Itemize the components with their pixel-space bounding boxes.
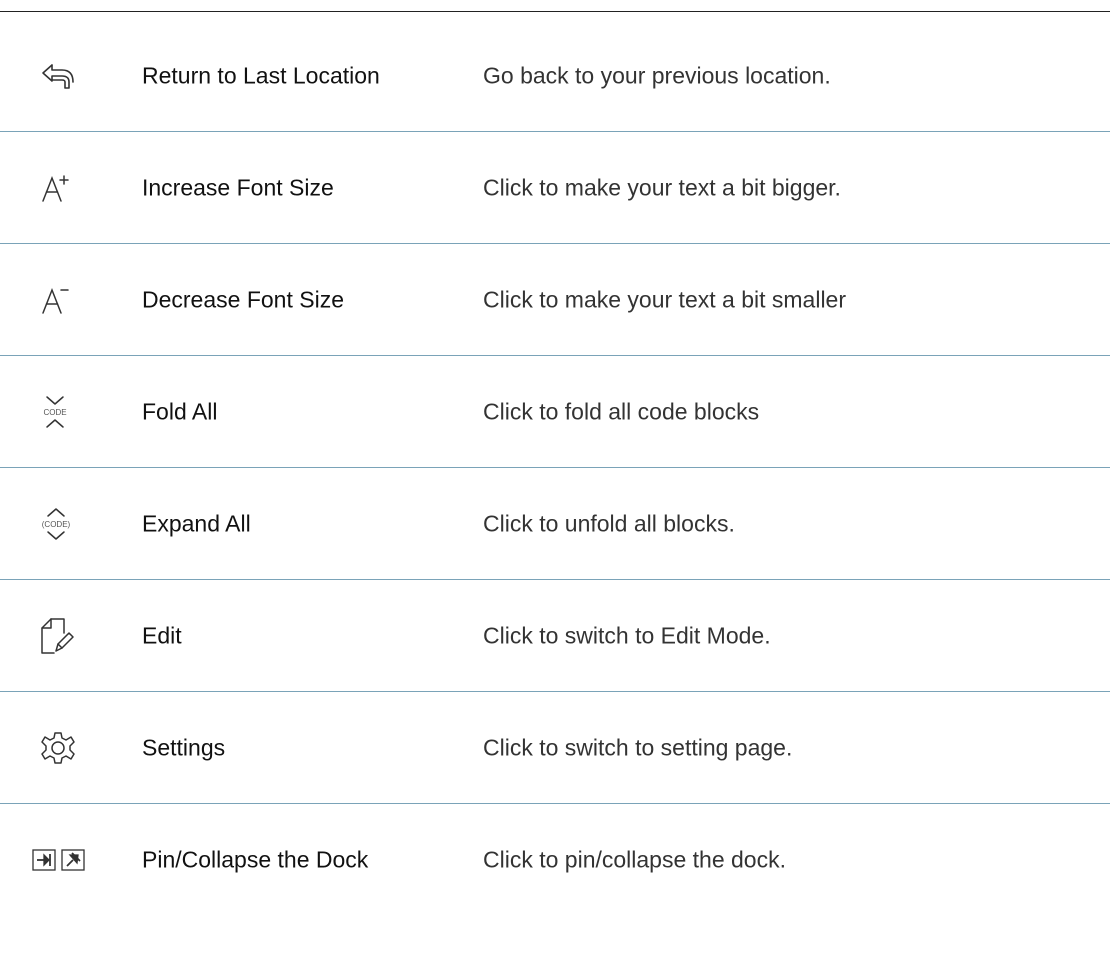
pin-dock-icon[interactable] (32, 835, 102, 885)
edit-document-icon[interactable] (40, 611, 110, 661)
list-item-return: Return to Last Location Go back to your … (0, 20, 1110, 132)
row-description: Go back to your previous location. (483, 62, 831, 89)
settings-gear-icon[interactable] (40, 723, 110, 773)
row-title: Settings (142, 734, 226, 761)
row-title: Decrease Font Size (142, 286, 344, 313)
row-description: Click to make your text a bit smaller (483, 286, 847, 313)
row-description: Click to switch to Edit Mode. (483, 622, 771, 649)
font-increase-icon[interactable] (40, 163, 110, 213)
font-decrease-icon[interactable] (40, 275, 110, 325)
list-item-edit: Edit Click to switch to Edit Mode. (0, 580, 1110, 692)
list-item-decrease-font: Decrease Font Size Click to make your te… (0, 244, 1110, 356)
list-item-expand-all: (CODE) Expand All Click to unfold all bl… (0, 468, 1110, 580)
row-title: Pin/Collapse the Dock (142, 846, 369, 873)
row-description: Click to unfold all blocks. (483, 510, 735, 537)
row-description: Click to pin/collapse the dock. (483, 846, 786, 873)
row-title: Edit (142, 622, 182, 649)
svg-text:CODE: CODE (43, 408, 66, 417)
row-title: Expand All (142, 510, 251, 537)
top-rule (0, 11, 1110, 12)
row-description: Click to switch to setting page. (483, 734, 793, 761)
list-item-increase-font: Increase Font Size Click to make your te… (0, 132, 1110, 244)
list-item-settings: Settings Click to switch to setting page… (0, 692, 1110, 804)
return-arrow-icon[interactable] (40, 51, 110, 101)
row-description: Click to make your text a bit bigger. (483, 174, 841, 201)
row-title: Return to Last Location (142, 62, 380, 89)
list-item-pin-dock: Pin/Collapse the Dock Click to pin/colla… (0, 804, 1110, 916)
row-title: Fold All (142, 398, 218, 425)
expand-code-icon[interactable]: (CODE) (40, 499, 110, 549)
svg-text:(CODE): (CODE) (42, 520, 71, 529)
row-title: Increase Font Size (142, 174, 334, 201)
list-item-fold-all: CODE Fold All Click to fold all code blo… (0, 356, 1110, 468)
fold-code-icon[interactable]: CODE (40, 387, 110, 437)
row-description: Click to fold all code blocks (483, 398, 760, 425)
